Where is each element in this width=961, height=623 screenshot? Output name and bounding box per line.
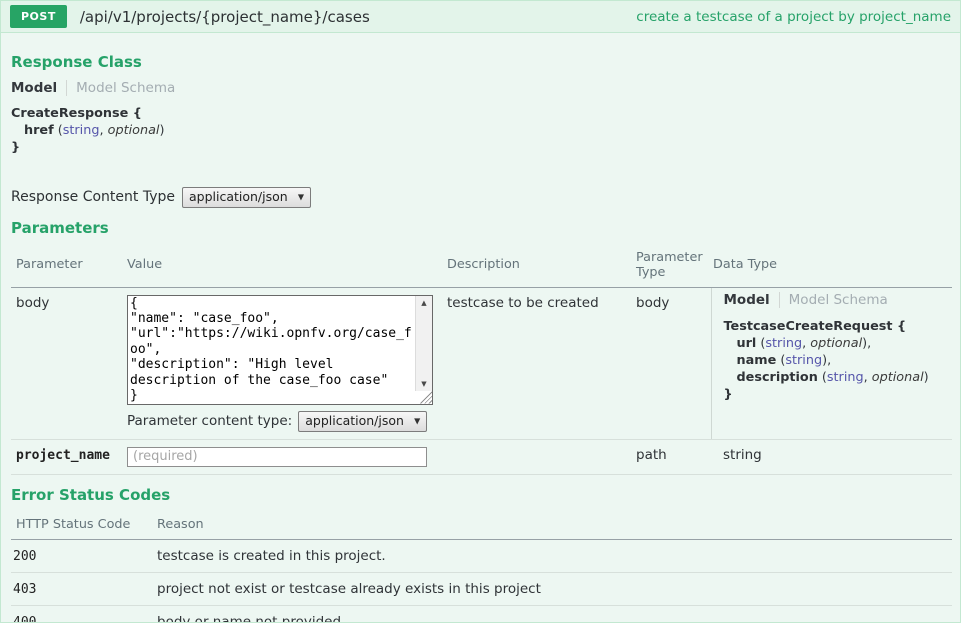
response-class-title: Response Class — [11, 53, 950, 71]
model-property: url (string, optional), — [724, 335, 951, 352]
model-closing-brace: } — [11, 139, 950, 156]
col-data-type: Data Type — [711, 246, 952, 288]
model-declaration: CreateResponse { — [11, 105, 950, 122]
response-content-type-select-wrap: application/json — [182, 186, 311, 208]
operation-heading[interactable]: POST /api/v1/projects/{project_name}/cas… — [1, 1, 960, 33]
punct: , — [99, 123, 107, 138]
col-value: Value — [125, 246, 445, 288]
property-type: string — [827, 370, 864, 385]
property-type: string — [785, 353, 822, 368]
model-property: name (string), — [724, 352, 951, 369]
model-closing-brace: } — [724, 386, 951, 403]
body-json-textarea[interactable]: { "name": "case_foo", "url":"https://wik… — [128, 296, 415, 404]
property-name: url — [737, 336, 757, 351]
model-property: description (string, optional) — [724, 369, 951, 386]
col-reason: Reason — [155, 513, 952, 540]
tab-model[interactable]: Model — [724, 292, 770, 308]
endpoint-path: /api/v1/projects/{project_name}/cases — [80, 8, 370, 26]
tab-separator — [66, 80, 67, 96]
col-parameter: Parameter — [11, 246, 125, 288]
punct: ), — [822, 353, 831, 368]
param-description-body: testcase to be created — [445, 287, 634, 439]
param-datatype-body: Model Model Schema TestcaseCreateRequest… — [711, 287, 952, 439]
response-class-tabs: Model Model Schema — [11, 80, 950, 96]
error-status-codes-title: Error Status Codes — [11, 486, 950, 504]
param-datatype-project: string — [711, 439, 952, 474]
punct: ) — [160, 123, 165, 138]
project-name-input[interactable] — [127, 447, 427, 467]
punct: , — [864, 370, 872, 385]
resize-grip-icon[interactable] — [419, 391, 432, 404]
property-name: description — [737, 370, 818, 385]
error-row: 403 project not exist or testcase alread… — [11, 572, 952, 605]
param-type-body: body — [634, 287, 711, 439]
tab-model-schema[interactable]: Model Schema — [76, 80, 175, 96]
error-code: 200 — [11, 539, 155, 572]
param-name-body: body — [11, 287, 125, 439]
property-name: name — [737, 353, 777, 368]
punct: ( — [776, 353, 785, 368]
status-code-text: 200 — [13, 549, 36, 564]
response-model-signature: CreateResponse { href (string, optional)… — [11, 105, 950, 156]
scroll-up-icon[interactable]: ▲ — [416, 296, 432, 310]
operation-content: Response Class Model Model Schema Create… — [1, 33, 960, 623]
error-reason: project not exist or testcase already ex… — [155, 572, 952, 605]
property-optional-flag: optional — [810, 336, 862, 351]
param-type-project: path — [634, 439, 711, 474]
error-reason: testcase is created in this project. — [155, 539, 952, 572]
property-name: href — [24, 123, 54, 138]
response-content-type-row: Response Content Type application/json — [11, 186, 950, 208]
col-description: Description — [445, 246, 634, 288]
response-content-type-select[interactable]: application/json — [182, 187, 311, 208]
request-model-tabs: Model Model Schema — [724, 292, 951, 308]
http-method-badge: POST — [10, 5, 67, 28]
status-code-text: 400 — [13, 615, 36, 623]
punct: ( — [54, 123, 63, 138]
col-http-status-code: HTTP Status Code — [11, 513, 155, 540]
swagger-operation-panel: POST /api/v1/projects/{project_name}/cas… — [0, 0, 961, 623]
model-declaration: TestcaseCreateRequest { — [724, 318, 951, 335]
error-codes-header-row: HTTP Status Code Reason — [11, 513, 952, 540]
punct: ), — [862, 336, 871, 351]
parameters-table: Parameter Value Description Parameter Ty… — [11, 246, 952, 475]
punct: ) — [924, 370, 929, 385]
tab-model[interactable]: Model — [11, 80, 57, 96]
param-name-text: project_name — [16, 448, 110, 463]
textarea-scrollbar[interactable]: ▲ ▼ — [415, 296, 432, 391]
parameter-content-type-row: Parameter content type: application/json — [127, 411, 443, 432]
punct: ( — [818, 370, 827, 385]
property-optional-flag: optional — [108, 123, 160, 138]
model-property: href (string, optional) — [11, 122, 950, 139]
parameters-header-row: Parameter Value Description Parameter Ty… — [11, 246, 952, 288]
parameter-content-type-label: Parameter content type: — [127, 413, 292, 429]
property-optional-flag: optional — [872, 370, 924, 385]
error-row: 400 body or name not provided — [11, 605, 952, 623]
body-json-editor: { "name": "case_foo", "url":"https://wik… — [127, 295, 433, 405]
col-parameter-type: Parameter Type — [634, 246, 711, 288]
status-code-text: 403 — [13, 582, 36, 597]
error-code: 403 — [11, 572, 155, 605]
parameter-content-type-select-wrap: application/json — [298, 411, 427, 432]
error-code: 400 — [11, 605, 155, 623]
operation-summary-link[interactable]: create a testcase of a project by projec… — [636, 9, 951, 25]
property-type: string — [765, 336, 802, 351]
error-reason: body or name not provided — [155, 605, 952, 623]
param-value-cell: { "name": "case_foo", "url":"https://wik… — [125, 287, 445, 439]
param-row-project-name: project_name path string — [11, 439, 952, 474]
error-codes-table: HTTP Status Code Reason 200 testcase is … — [11, 513, 952, 623]
response-content-type-label: Response Content Type — [11, 189, 175, 205]
param-name-project: project_name — [11, 439, 125, 474]
error-row: 200 testcase is created in this project. — [11, 539, 952, 572]
parameters-title: Parameters — [11, 219, 950, 237]
parameter-content-type-select[interactable]: application/json — [298, 411, 427, 432]
param-value-cell — [125, 439, 445, 474]
tab-model-schema[interactable]: Model Schema — [789, 292, 888, 308]
param-row-body: body { "name": "case_foo", "url":"https:… — [11, 287, 952, 439]
scroll-down-icon[interactable]: ▼ — [416, 377, 432, 391]
tab-separator — [779, 292, 780, 308]
request-model-signature: TestcaseCreateRequest { url (string, opt… — [724, 318, 951, 403]
property-type: string — [63, 123, 100, 138]
param-description-project — [445, 439, 634, 474]
